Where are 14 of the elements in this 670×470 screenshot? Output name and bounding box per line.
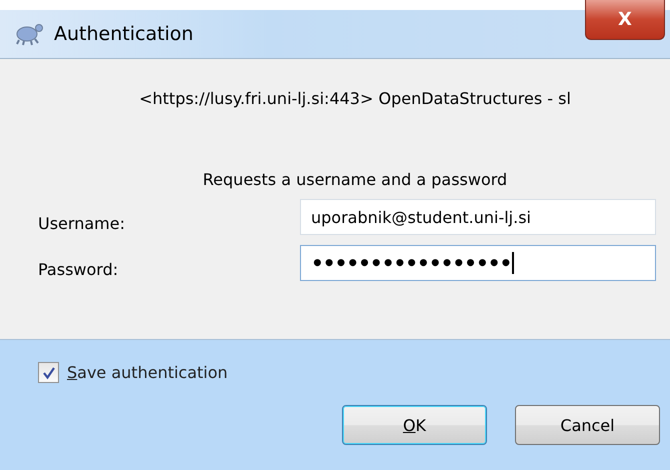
checkbox[interactable] xyxy=(38,362,59,383)
input-field[interactable]: ••••••••••••••••• xyxy=(300,245,656,281)
input-field[interactable]: uporabnik@student.uni-lj.si xyxy=(300,199,656,235)
realm-text: <https://lusy.fri.uni-lj.si:443> OpenDataStructures - sl xyxy=(138,89,572,108)
check-icon xyxy=(42,366,56,380)
prompt-text: Requests a username and a password xyxy=(202,170,508,189)
checkbox-label[interactable]: Save authentication xyxy=(67,363,228,382)
cancel-button[interactable]: Cancel xyxy=(515,405,660,445)
close-button[interactable]: X xyxy=(585,0,665,40)
ok-button[interactable]: OK xyxy=(342,405,487,445)
window-title: Authentication xyxy=(54,23,194,45)
field-label: Password: xyxy=(38,258,120,278)
turtle-icon xyxy=(14,22,44,46)
field-label: Username: xyxy=(38,212,126,232)
